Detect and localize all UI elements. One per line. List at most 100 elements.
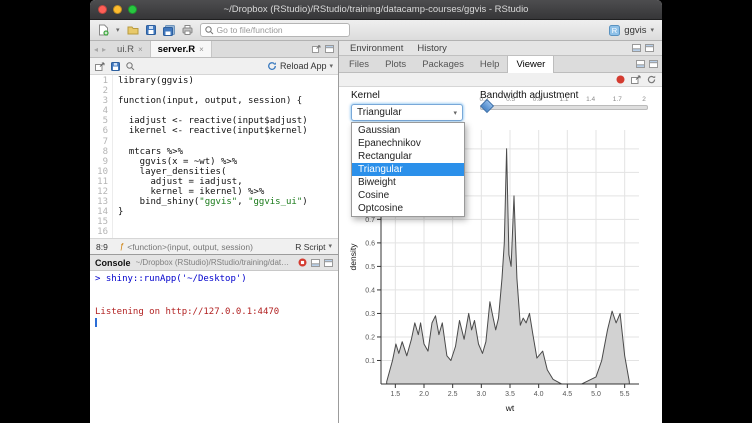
close-tab-icon[interactable]: × xyxy=(199,45,204,54)
chevron-down-icon[interactable]: ▾ xyxy=(329,63,333,70)
bandwidth-slider[interactable]: 0.20.50.81.11.41.72 xyxy=(480,96,648,114)
code-line[interactable]: ggvis(x = ~wt) %>% xyxy=(118,157,338,167)
tab-server-r[interactable]: server.R × xyxy=(151,41,212,57)
tab-history[interactable]: History xyxy=(410,43,454,54)
files-tabbar: Files Plots Packages Help Viewer xyxy=(339,56,662,73)
svg-text:0.1: 0.1 xyxy=(365,358,375,365)
code-line[interactable]: layer_densities( xyxy=(118,167,338,177)
dropdown-option-biweight[interactable]: Biweight xyxy=(352,176,464,189)
line-number: 15 xyxy=(90,217,108,227)
find-in-file-icon[interactable] xyxy=(126,62,135,71)
stop-app-icon[interactable] xyxy=(616,75,625,84)
main-toolbar: ▾ Go to file/function R ggvis ▾ xyxy=(90,20,662,41)
r-project-icon: R xyxy=(609,25,620,36)
maximize-pane-icon[interactable] xyxy=(649,60,658,68)
tab-files[interactable]: Files xyxy=(341,56,377,72)
titlebar[interactable]: ~/Dropbox (RStudio)/RStudio/training/dat… xyxy=(90,0,662,20)
line-number: 2 xyxy=(90,86,108,96)
code-line[interactable] xyxy=(118,137,338,147)
open-in-browser-icon[interactable] xyxy=(631,75,641,84)
code-line[interactable]: iadjust <- reactive(input$adjust) xyxy=(118,116,338,126)
show-in-new-window-icon[interactable] xyxy=(95,62,105,71)
refresh-icon[interactable] xyxy=(647,75,656,84)
code-line[interactable]: mtcars %>% xyxy=(118,147,338,157)
code-line[interactable]: library(ggvis) xyxy=(118,76,338,86)
console-title: Console xyxy=(95,258,131,268)
save-icon[interactable] xyxy=(111,62,120,71)
svg-text:0.6: 0.6 xyxy=(365,240,375,247)
dropdown-option-gaussian[interactable]: Gaussian xyxy=(352,124,464,137)
tab-viewer[interactable]: Viewer xyxy=(507,56,554,73)
project-name: ggvis xyxy=(624,25,646,36)
slider-scale-label: 0.8 xyxy=(533,96,542,103)
minimize-pane-icon[interactable] xyxy=(311,259,320,267)
console-output[interactable]: > shiny::runApp('~/Desktop') Listening o… xyxy=(90,271,338,423)
slider-track[interactable] xyxy=(480,105,648,110)
function-icon: ƒ xyxy=(120,242,124,251)
code-line[interactable] xyxy=(118,106,338,116)
tab-environment[interactable]: Environment xyxy=(343,43,410,54)
minimize-window-button[interactable] xyxy=(113,5,122,14)
editor-gutter: 12345678910111213141516 xyxy=(90,75,113,238)
minimize-pane-icon[interactable] xyxy=(632,44,641,52)
close-window-button[interactable] xyxy=(98,5,107,14)
project-menu[interactable]: R ggvis ▾ xyxy=(609,25,654,36)
popout-pane-icon[interactable] xyxy=(312,45,321,53)
code-line[interactable]: kernel = ikernel) %>% xyxy=(118,187,338,197)
goto-file-input[interactable]: Go to file/function xyxy=(200,23,350,37)
minimize-pane-icon[interactable] xyxy=(636,60,645,68)
tab-packages[interactable]: Packages xyxy=(414,56,472,72)
zoom-window-button[interactable] xyxy=(128,5,137,14)
line-number: 12 xyxy=(90,187,108,197)
dropdown-option-epanechnikov[interactable]: Epanechnikov xyxy=(352,137,464,150)
tab-help[interactable]: Help xyxy=(472,56,508,72)
svg-text:density: density xyxy=(348,243,358,271)
console-pane: Console ~/Dropbox (RStudio)/RStudio/trai… xyxy=(90,255,338,423)
dropdown-option-cosine[interactable]: Cosine xyxy=(352,189,464,202)
maximize-pane-icon[interactable] xyxy=(645,44,654,52)
code-line[interactable]: function(input, output, session) { xyxy=(118,96,338,106)
new-file-icon[interactable] xyxy=(98,24,109,36)
tab-plots[interactable]: Plots xyxy=(377,56,414,72)
console-header[interactable]: Console ~/Dropbox (RStudio)/RStudio/trai… xyxy=(90,255,338,271)
dropdown-option-optcosine[interactable]: Optcosine xyxy=(352,202,464,215)
line-number: 9 xyxy=(90,157,108,167)
code-line[interactable]: ikernel <- reactive(input$kernel) xyxy=(118,126,338,136)
save-icon[interactable] xyxy=(146,25,156,35)
nav-back-icon[interactable]: ◂ xyxy=(94,45,98,54)
file-type-selector[interactable]: R Script ▾ xyxy=(295,242,332,252)
reload-app-button[interactable]: Reload App ▾ xyxy=(267,61,333,71)
code-line[interactable]: } xyxy=(118,207,338,217)
code-line[interactable]: adjust = iadjust, xyxy=(118,177,338,187)
dropdown-option-triangular[interactable]: Triangular xyxy=(352,163,464,176)
kernel-label: Kernel xyxy=(351,90,380,101)
open-folder-icon[interactable] xyxy=(127,25,139,35)
source-pane: ◂ ▸ ui.R × server.R × xyxy=(90,41,338,255)
line-number: 13 xyxy=(90,197,108,207)
code-line[interactable]: bind_shiny("ggvis", "ggvis_ui") xyxy=(118,197,338,207)
chevron-down-icon[interactable]: ▾ xyxy=(116,27,120,34)
dropdown-option-rectangular[interactable]: Rectangular xyxy=(352,150,464,163)
editor[interactable]: 12345678910111213141516 library(ggvis) f… xyxy=(90,75,338,238)
code-line[interactable] xyxy=(118,86,338,96)
svg-text:wt: wt xyxy=(505,403,515,413)
nav-forward-icon[interactable]: ▸ xyxy=(102,45,106,54)
svg-text:3.5: 3.5 xyxy=(505,391,515,398)
code-line[interactable] xyxy=(118,227,338,237)
editor-status-bar: 8:9 ƒ <function>(input, output, session)… xyxy=(90,238,338,254)
console-line-input: > shiny::runApp('~/Desktop') xyxy=(95,274,333,285)
print-icon[interactable] xyxy=(182,25,193,35)
kernel-select[interactable]: Triangular ▾ xyxy=(351,104,463,121)
function-scope-selector[interactable]: ƒ <function>(input, output, session) xyxy=(120,242,253,252)
editor-tabbar: ◂ ▸ ui.R × server.R × xyxy=(90,41,338,58)
stop-icon[interactable] xyxy=(298,258,307,267)
chevron-down-icon: ▾ xyxy=(650,27,654,34)
code-line[interactable] xyxy=(118,217,338,227)
save-all-icon[interactable] xyxy=(163,25,175,36)
close-tab-icon[interactable]: × xyxy=(138,45,143,54)
editor-code[interactable]: library(ggvis) function(input, output, s… xyxy=(113,75,338,238)
maximize-pane-icon[interactable] xyxy=(324,259,333,267)
tab-ui-r[interactable]: ui.R × xyxy=(110,41,151,57)
maximize-pane-icon[interactable] xyxy=(325,45,334,53)
tab-label: server.R xyxy=(158,44,196,55)
